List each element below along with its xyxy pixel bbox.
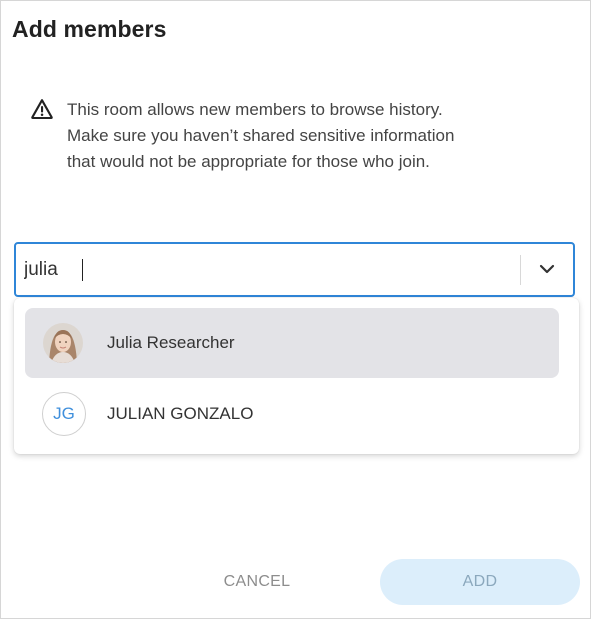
add-members-dialog: Add members This room allows new members… — [0, 0, 591, 619]
history-warning: This room allows new members to browse h… — [31, 97, 551, 175]
dropdown-toggle-button[interactable] — [521, 244, 573, 295]
warning-text: This room allows new members to browse h… — [67, 97, 454, 175]
member-search-input[interactable] — [16, 244, 520, 295]
avatar-initials: JG — [42, 392, 86, 436]
suggestion-name: Julia Researcher — [107, 333, 235, 352]
suggestion-item[interactable]: JG JULIAN GONZALO — [25, 379, 559, 449]
chevron-down-icon — [539, 261, 555, 279]
text-caret — [82, 259, 83, 281]
warning-icon — [31, 98, 53, 120]
cancel-button[interactable]: CANCEL — [186, 559, 328, 605]
avatar — [43, 323, 83, 363]
dialog-title: Add members — [12, 16, 167, 42]
add-button[interactable]: ADD — [380, 559, 580, 605]
suggestion-list: Julia Researcher JG JULIAN GONZALO — [14, 298, 579, 454]
warning-line: that would not be appropriate for those … — [67, 152, 430, 171]
suggestion-item[interactable]: Julia Researcher — [25, 308, 559, 378]
warning-line: This room allows new members to browse h… — [67, 100, 443, 119]
warning-line: Make sure you haven’t shared sensitive i… — [67, 126, 455, 145]
suggestion-name: JULIAN GONZALO — [107, 404, 254, 423]
member-search-box — [14, 242, 575, 297]
